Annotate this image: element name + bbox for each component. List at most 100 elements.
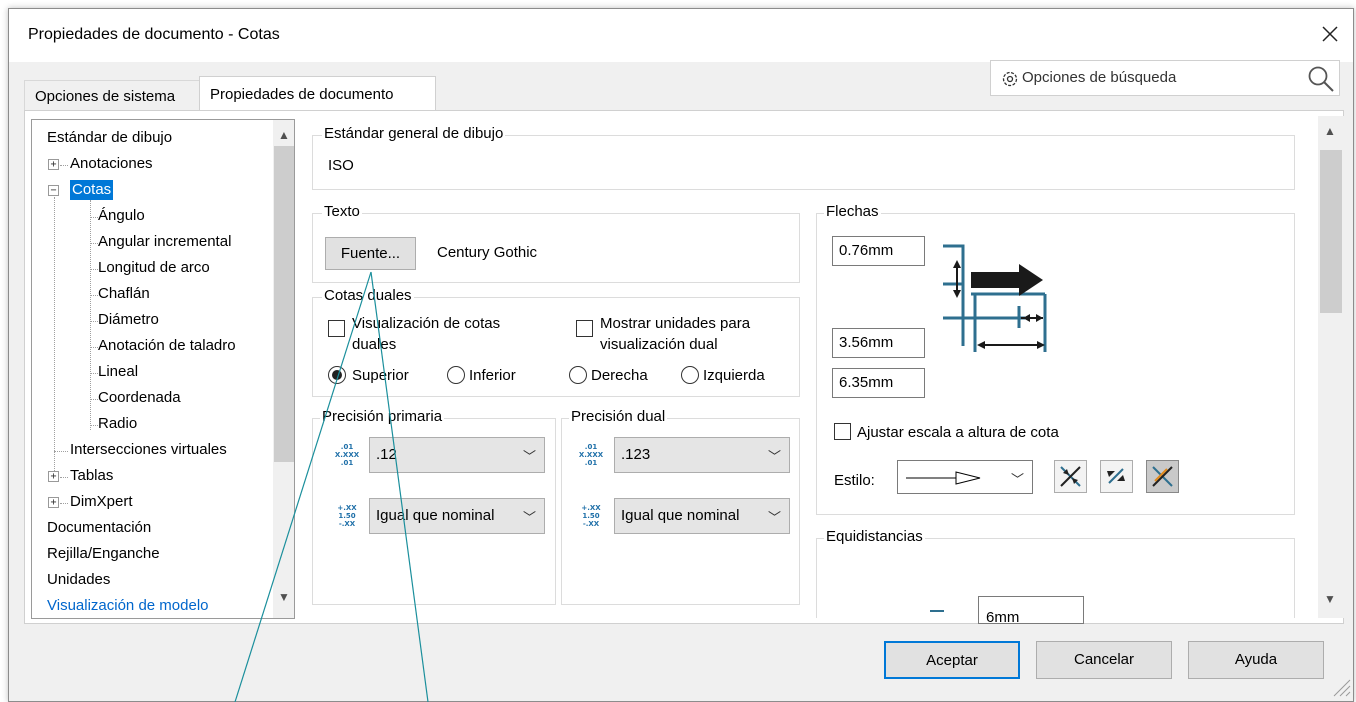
dual-group-label: Cotas duales (322, 287, 414, 304)
tolerance-icon-text: +.XX (581, 504, 601, 512)
tree-item-tables[interactable]: Tablas (70, 466, 113, 486)
precision-icon: .01 X.XXX .01 (576, 443, 606, 471)
tree-scroll-thumb[interactable] (274, 146, 294, 462)
offset-line (930, 610, 944, 612)
standard-group-label: Estándar general de dibujo (322, 125, 506, 142)
arrow-size-field-3[interactable]: 6.35mm (832, 368, 925, 398)
tree-item-dimensions[interactable]: Cotas (70, 180, 114, 200)
arrow-style-icon (906, 471, 981, 485)
main-scroll-thumb[interactable] (1320, 150, 1342, 313)
tree-item-angle[interactable]: Ángulo (98, 206, 145, 226)
arrow-size-field-2[interactable]: 3.56mm (832, 328, 925, 358)
precision-icon: .01 X.XXX .01 (332, 443, 362, 471)
arrows-inside-icon[interactable] (1054, 460, 1087, 493)
title-bar: Propiedades de documento - Cotas (9, 9, 1353, 62)
scroll-down-icon[interactable]: ▼ (278, 590, 290, 604)
chevron-down-icon: ﹀ (1010, 472, 1024, 487)
expand-icon[interactable]: + (48, 497, 59, 508)
tree-item-radius[interactable]: Radio (98, 414, 137, 434)
standard-value: ISO (328, 157, 354, 174)
tree-item-virtual-sharps[interactable]: Intersecciones virtuales (70, 440, 227, 460)
search-icon[interactable] (1307, 65, 1335, 93)
gear-icon (1002, 71, 1018, 87)
scale-with-height-checkbox[interactable] (834, 423, 851, 440)
close-icon[interactable] (1317, 21, 1343, 47)
tree-item-ordinate[interactable]: Coordenada (98, 388, 181, 408)
radio-superior-label: Superior (352, 367, 409, 384)
standard-group (312, 135, 1295, 190)
arrow-dimension-diagram (943, 244, 1047, 352)
tree-item-model-display[interactable]: Visualización de modelo (47, 596, 209, 616)
tolerance-icon: +.XX 1.50 -.XX (332, 504, 362, 532)
dual-tolerance-value: Igual que nominal (621, 507, 740, 524)
arrow-size-field-1[interactable]: 0.76mm (832, 236, 925, 266)
radio-derecha-label: Derecha (591, 367, 648, 384)
offset-value: 6mm (986, 609, 1020, 624)
chevron-down-icon: ﹀ (522, 510, 536, 525)
tree-item-chamfer[interactable]: Chaflán (98, 284, 150, 304)
tab-system-options[interactable]: Opciones de sistema (24, 80, 201, 110)
expand-icon[interactable]: + (48, 159, 59, 170)
smart-arrows-icon[interactable] (1146, 460, 1179, 493)
tolerance-icon-text: -.XX (582, 520, 600, 528)
arrows-outside-icon[interactable] (1100, 460, 1133, 493)
tree-item-hole-callout[interactable]: Anotación de taladro (98, 336, 236, 356)
tolerance-icon-text: 1.50 (338, 512, 356, 520)
radio-inferior[interactable] (447, 366, 465, 384)
options-tree[interactable]: Estándar de dibujo + Anotaciones − Cotas… (31, 119, 295, 619)
tree-item-arc-length[interactable]: Longitud de arco (98, 258, 210, 278)
radio-derecha[interactable] (569, 366, 587, 384)
offset-field[interactable]: 6mm (978, 596, 1084, 624)
dual-display-label: Visualización de cotas duales (352, 315, 501, 353)
chevron-down-icon: ﹀ (767, 449, 781, 464)
show-units-label: Mostrar unidades para visualización dual (600, 315, 751, 353)
radio-izquierda[interactable] (681, 366, 699, 384)
help-button[interactable]: Ayuda (1188, 641, 1324, 679)
cancel-button[interactable]: Cancelar (1036, 641, 1172, 679)
resize-grip-icon[interactable] (1330, 676, 1352, 698)
style-label: Estilo: (834, 472, 875, 489)
arrows-group-label: Flechas (824, 203, 881, 220)
chevron-down-icon: ﹀ (522, 449, 536, 464)
primary-precision-value: .12 (376, 446, 397, 463)
tree-item-detailing[interactable]: Documentación (47, 518, 151, 538)
primary-precision-label: Precisión primaria (320, 408, 445, 425)
scroll-down-icon[interactable]: ▼ (1324, 592, 1336, 606)
tree-item-units[interactable]: Unidades (47, 570, 110, 590)
primary-tolerance-select[interactable]: Igual que nominal ﹀ (369, 498, 545, 534)
tree-item-angular-incremental[interactable]: Angular incremental (98, 232, 231, 252)
tree-item-grid-snap[interactable]: Rejilla/Enganche (47, 544, 160, 564)
tree-item-annotations[interactable]: Anotaciones (70, 154, 153, 174)
dual-precision-select[interactable]: .123 ﹀ (614, 437, 790, 473)
tree-item-diameter[interactable]: Diámetro (98, 310, 159, 330)
dual-precision-value: .123 (621, 446, 651, 463)
precision-icon-text: X.XXX (578, 451, 604, 459)
precision-icon-text: .01 (340, 459, 354, 467)
search-box[interactable]: Opciones de búsqueda (990, 60, 1340, 96)
tab-label: Propiedades de documento (210, 86, 394, 103)
dual-tolerance-select[interactable]: Igual que nominal ﹀ (614, 498, 790, 534)
primary-precision-select[interactable]: .12 ﹀ (369, 437, 545, 473)
tree-item-drawing-standard[interactable]: Estándar de dibujo (47, 128, 172, 148)
tolerance-icon-text: +.XX (337, 504, 357, 512)
scroll-up-icon[interactable]: ▲ (278, 128, 290, 142)
precision-icon-text: .01 (340, 443, 354, 451)
tree-item-linear[interactable]: Lineal (98, 362, 138, 382)
offsets-group-label: Equidistancias (824, 528, 925, 545)
text-group-label: Texto (322, 203, 362, 220)
show-units-checkbox[interactable] (576, 320, 593, 337)
arrow-style-select[interactable]: ﹀ (897, 460, 1033, 494)
expand-icon[interactable]: + (48, 471, 59, 482)
precision-icon-text: .01 (584, 443, 598, 451)
tolerance-icon-text: 1.50 (582, 512, 600, 520)
tab-document-properties[interactable]: Propiedades de documento (199, 76, 436, 111)
search-input[interactable]: Opciones de búsqueda (1022, 69, 1176, 86)
collapse-icon[interactable]: − (48, 185, 59, 196)
scroll-up-icon[interactable]: ▲ (1324, 124, 1336, 138)
font-button[interactable]: Fuente... (325, 237, 416, 270)
radio-superior[interactable] (328, 366, 346, 384)
tolerance-icon: +.XX 1.50 -.XX (576, 504, 606, 532)
ok-button[interactable]: Aceptar (884, 641, 1020, 679)
tree-item-dimxpert[interactable]: DimXpert (70, 492, 133, 512)
dual-display-checkbox[interactable] (328, 320, 345, 337)
